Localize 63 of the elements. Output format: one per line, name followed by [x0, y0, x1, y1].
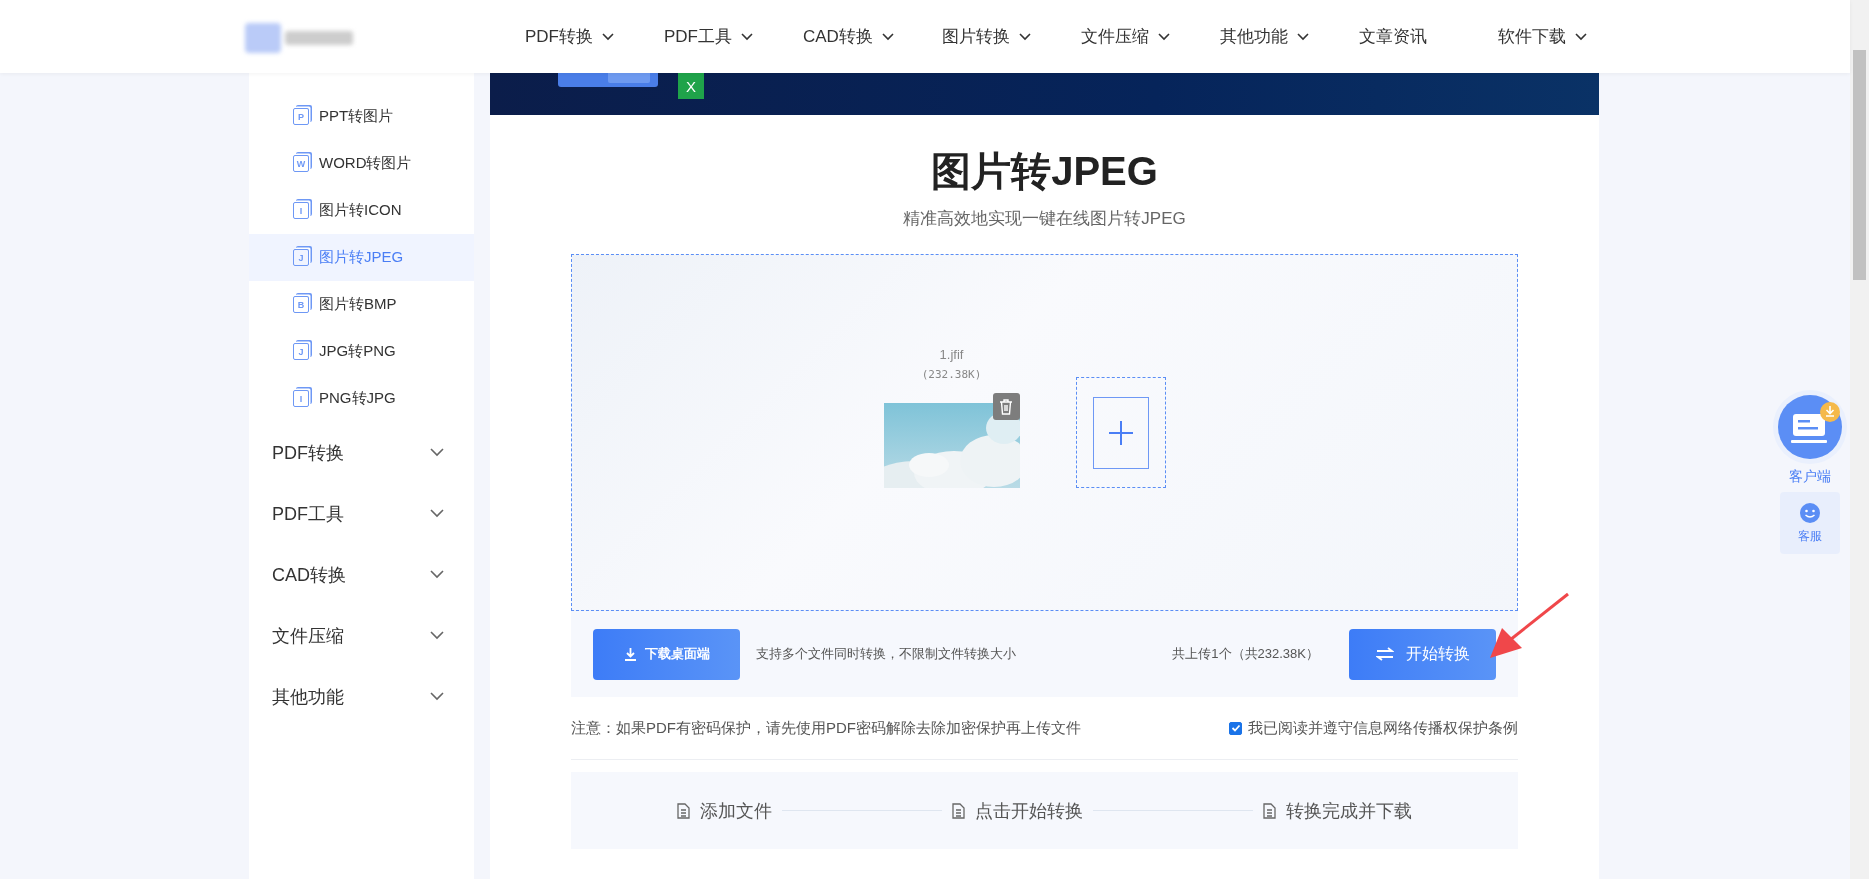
file-icon: J [293, 249, 309, 266]
step-label: 点击开始转换 [952, 798, 1083, 823]
step-label: 添加文件 [677, 798, 772, 823]
sidebar-group[interactable]: 其他功能 [249, 666, 474, 727]
sidebar-item[interactable]: P PPT转图片 [249, 93, 474, 140]
spreadsheet-badge: X [678, 73, 704, 99]
chevron-down-icon [1297, 32, 1309, 41]
plus-icon [1092, 396, 1149, 469]
nav-link[interactable]: PDF工具 [664, 25, 803, 48]
file-icon: W [293, 155, 309, 172]
chevron-down-icon [1158, 32, 1170, 41]
file-icon: I [293, 390, 309, 407]
file-icon: P [293, 108, 309, 125]
smile-icon [1799, 501, 1821, 524]
chevron-icon [430, 509, 444, 518]
scrollbar-thumb[interactable] [1853, 50, 1866, 280]
file-icon: J [293, 343, 309, 360]
chevron-down-icon [1019, 32, 1031, 41]
download-icon [623, 647, 637, 661]
file-icon: B [293, 296, 309, 313]
chevron-down-icon [1575, 32, 1587, 41]
file-size: (232.38K) [921, 368, 982, 381]
file-icon: I [293, 202, 309, 219]
agreement-checkbox[interactable]: 我已阅读并遵守信息网络传播权保护条例 [1229, 718, 1518, 738]
nav-link[interactable]: 图片转换 [942, 25, 1081, 48]
checkbox[interactable] [1229, 721, 1242, 735]
trash-icon [999, 398, 1013, 415]
nav-link[interactable]: CAD转换 [803, 25, 942, 48]
page-subtitle: 精准高效地实现一键在线图片转JPEG [902, 208, 1187, 230]
nav-link[interactable]: 文件压缩 [1081, 25, 1220, 48]
chevron-icon [430, 631, 444, 640]
step-label: 转换完成并下载 [1263, 798, 1412, 823]
delete-button[interactable] [992, 393, 1020, 420]
chevron-down-icon [741, 32, 753, 41]
sidebar-group[interactable]: PDF工具 [249, 483, 474, 544]
hint-text: 支持多个文件同时转换，不限制文件转换大小 [756, 645, 1017, 663]
upload-area[interactable]: 1.jfif (232.38K) [571, 254, 1518, 611]
chevron-down-icon [602, 32, 614, 41]
nav-link[interactable]: 文章资讯 [1359, 25, 1498, 48]
sidebar-item[interactable]: I PNG转JPG [249, 375, 474, 422]
sidebar-group[interactable]: 文件压缩 [249, 605, 474, 666]
desktop-app-icon [1771, 388, 1849, 466]
page-title: 图片转JPEG [930, 148, 1159, 195]
client-button[interactable]: 客户端 [1771, 388, 1849, 486]
sidebar-group[interactable]: PDF转换 [249, 422, 474, 483]
sidebar-item[interactable]: W WORD转图片 [249, 140, 474, 187]
chevron-icon [430, 692, 444, 701]
sidebar-item[interactable]: J JPG转PNG [249, 328, 474, 375]
chevron-down-icon [881, 32, 894, 41]
file-name: 1.jfif [939, 347, 964, 362]
nav-link[interactable]: PDF转换 [525, 25, 664, 48]
add-file-button[interactable] [1075, 377, 1166, 488]
sidebar-item[interactable]: I 图片转ICON [249, 187, 474, 234]
upload-summary: 共上传1个（共232.38K） [1172, 645, 1319, 663]
nav-link[interactable]: 其他功能 [1220, 25, 1359, 48]
sidebar-group[interactable]: CAD转换 [249, 544, 474, 605]
chevron-icon [430, 570, 444, 579]
notice-text: 注意：如果PDF有密码保护，请先使用PDF密码解除去除加密保护再上传文件 [571, 718, 1081, 738]
chevron-icon [430, 448, 444, 457]
sidebar-item[interactable]: J 图片转JPEG [249, 234, 474, 281]
sidebar-item[interactable]: B 图片转BMP [249, 281, 474, 328]
swap-icon [1375, 647, 1394, 661]
nav-link[interactable]: 软件下载 [1498, 25, 1637, 48]
